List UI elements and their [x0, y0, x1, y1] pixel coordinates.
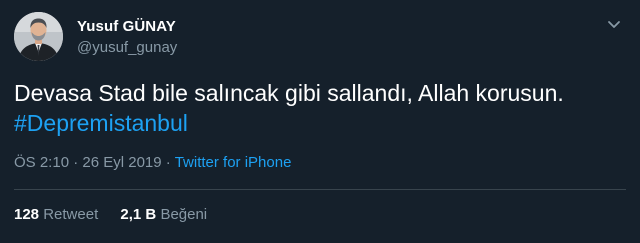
retweets-count: 128 — [14, 206, 40, 223]
tweet-meta: ÖS 2:10 · 26 Eyl 2019 · Twitter for iPho… — [14, 154, 291, 171]
author-name[interactable]: Yusuf GÜNAY — [77, 18, 176, 35]
likes-stat[interactable]: 2,1 B Beğeni — [120, 206, 207, 223]
retweets-label: Retweet — [43, 206, 99, 223]
avatar-image — [14, 12, 63, 61]
likes-count: 2,1 B — [120, 206, 157, 223]
tweet-text-line: Devasa Stad bile salıncak gibi sallandı,… — [14, 80, 564, 106]
avatar[interactable] — [14, 12, 63, 61]
meta-separator: · — [69, 154, 83, 171]
tweet-stats: 128 Retweet 2,1 B Beğeni — [14, 206, 225, 223]
hashtag-link[interactable]: #Depremistanbul — [14, 108, 624, 138]
tweet-time[interactable]: ÖS 2:10 — [14, 154, 69, 171]
author-handle[interactable]: @yusuf_gunay — [77, 39, 177, 56]
retweets-stat[interactable]: 128 Retweet — [14, 206, 98, 223]
tweet-card: Yusuf GÜNAY @yusuf_gunay Devasa Stad bil… — [0, 0, 640, 243]
tweet-source-link[interactable]: Twitter for iPhone — [175, 154, 292, 171]
chevron-down-icon[interactable] — [604, 14, 624, 34]
tweet-date[interactable]: 26 Eyl 2019 — [82, 154, 161, 171]
meta-separator: · — [161, 154, 175, 171]
likes-label: Beğeni — [160, 206, 208, 223]
divider — [14, 189, 626, 190]
tweet-text: Devasa Stad bile salıncak gibi sallandı,… — [14, 78, 624, 138]
